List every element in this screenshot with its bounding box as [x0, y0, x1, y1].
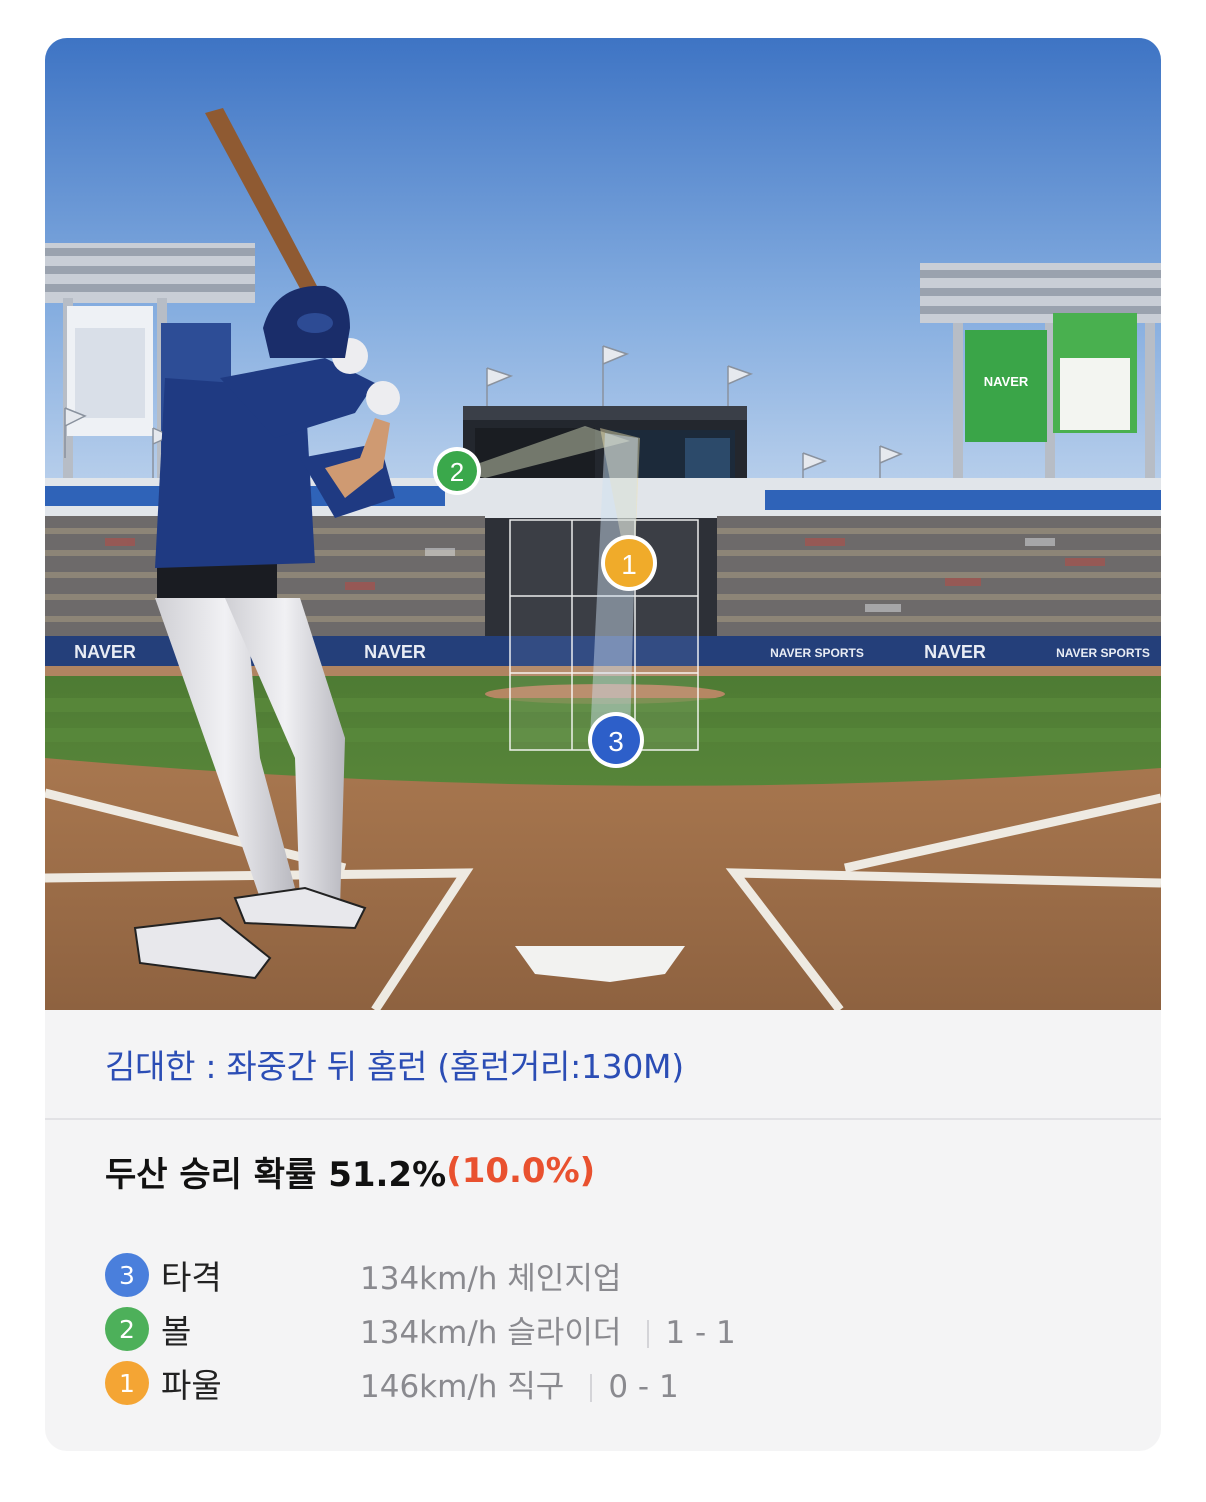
pitch-number-badge: 1 [105, 1361, 149, 1405]
fence-label: NAVER SPORTS [1056, 646, 1150, 660]
pitch-number-badge: 2 [105, 1307, 149, 1351]
pitch-marker-number: 3 [608, 726, 624, 757]
pitch-result: 타격 [161, 1258, 222, 1297]
pitch-speed: 134km/h [360, 1314, 498, 1351]
pitch-count: 1 - 1 [665, 1314, 736, 1351]
pitch-result: 파울 [161, 1366, 222, 1405]
pitch-row-3[interactable]: 3 타격 134km/h 체인지업 [105, 1248, 1105, 1302]
pitch-number-badge: 3 [105, 1253, 149, 1297]
pitch-marker-3[interactable]: 3 [588, 712, 644, 768]
fence-label: NAVER [364, 642, 426, 662]
pitch-type: 직구 [507, 1368, 565, 1405]
win-probability-label: 두산 승리 확률 51.2% [105, 1154, 447, 1195]
pitch-detail: 134km/h 슬라이더 1 - 1 [360, 1307, 736, 1352]
fence-label: NAVER [924, 642, 986, 662]
win-probability-delta: (10.0%) [446, 1151, 596, 1191]
pitch-row-2[interactable]: 2 볼 134km/h 슬라이더 1 - 1 [105, 1302, 1105, 1356]
pitch-type: 슬라이더 [507, 1314, 622, 1351]
pitch-card: NAVER NAVER NAVER NAVER SPORTS NAVER NAV… [45, 38, 1161, 1451]
pitch-marker-number: 1 [621, 549, 637, 580]
pitch-marker-number: 2 [450, 457, 464, 487]
count-separator [590, 1374, 593, 1402]
pitch-type: 체인지업 [507, 1260, 622, 1297]
pitch-speed: 146km/h [360, 1368, 498, 1405]
fence-label: NAVER [74, 642, 136, 662]
play-caption[interactable]: 김대한 : 좌중간 뒤 홈런 (홈런거리:130M) [45, 1010, 1161, 1118]
stadium-scene: NAVER NAVER NAVER NAVER SPORTS NAVER NAV… [45, 38, 1161, 1010]
pitch-row-1[interactable]: 1 파울 146km/h 직구 0 - 1 [105, 1356, 1105, 1410]
fence-label: NAVER SPORTS [770, 646, 864, 660]
divider [45, 1118, 1161, 1120]
pitch-speed: 134km/h [360, 1260, 498, 1297]
pitch-marker-1[interactable]: 1 [601, 535, 657, 591]
pitch-detail: 134km/h 체인지업 [360, 1253, 621, 1298]
pitch-detail: 146km/h 직구 0 - 1 [360, 1361, 679, 1406]
count-separator [647, 1320, 650, 1348]
pitch-marker-2[interactable]: 2 [433, 447, 481, 495]
pitch-result: 볼 [161, 1312, 192, 1351]
pitch-list: 3 타격 134km/h 체인지업 2 볼 134km/h 슬라이더 1 - 1 … [105, 1248, 1105, 1410]
naver-board-label: NAVER [984, 374, 1029, 389]
pitch-count: 0 - 1 [608, 1368, 679, 1405]
win-probability: 두산 승리 확률 51.2% (10.0%) [105, 1146, 595, 1196]
